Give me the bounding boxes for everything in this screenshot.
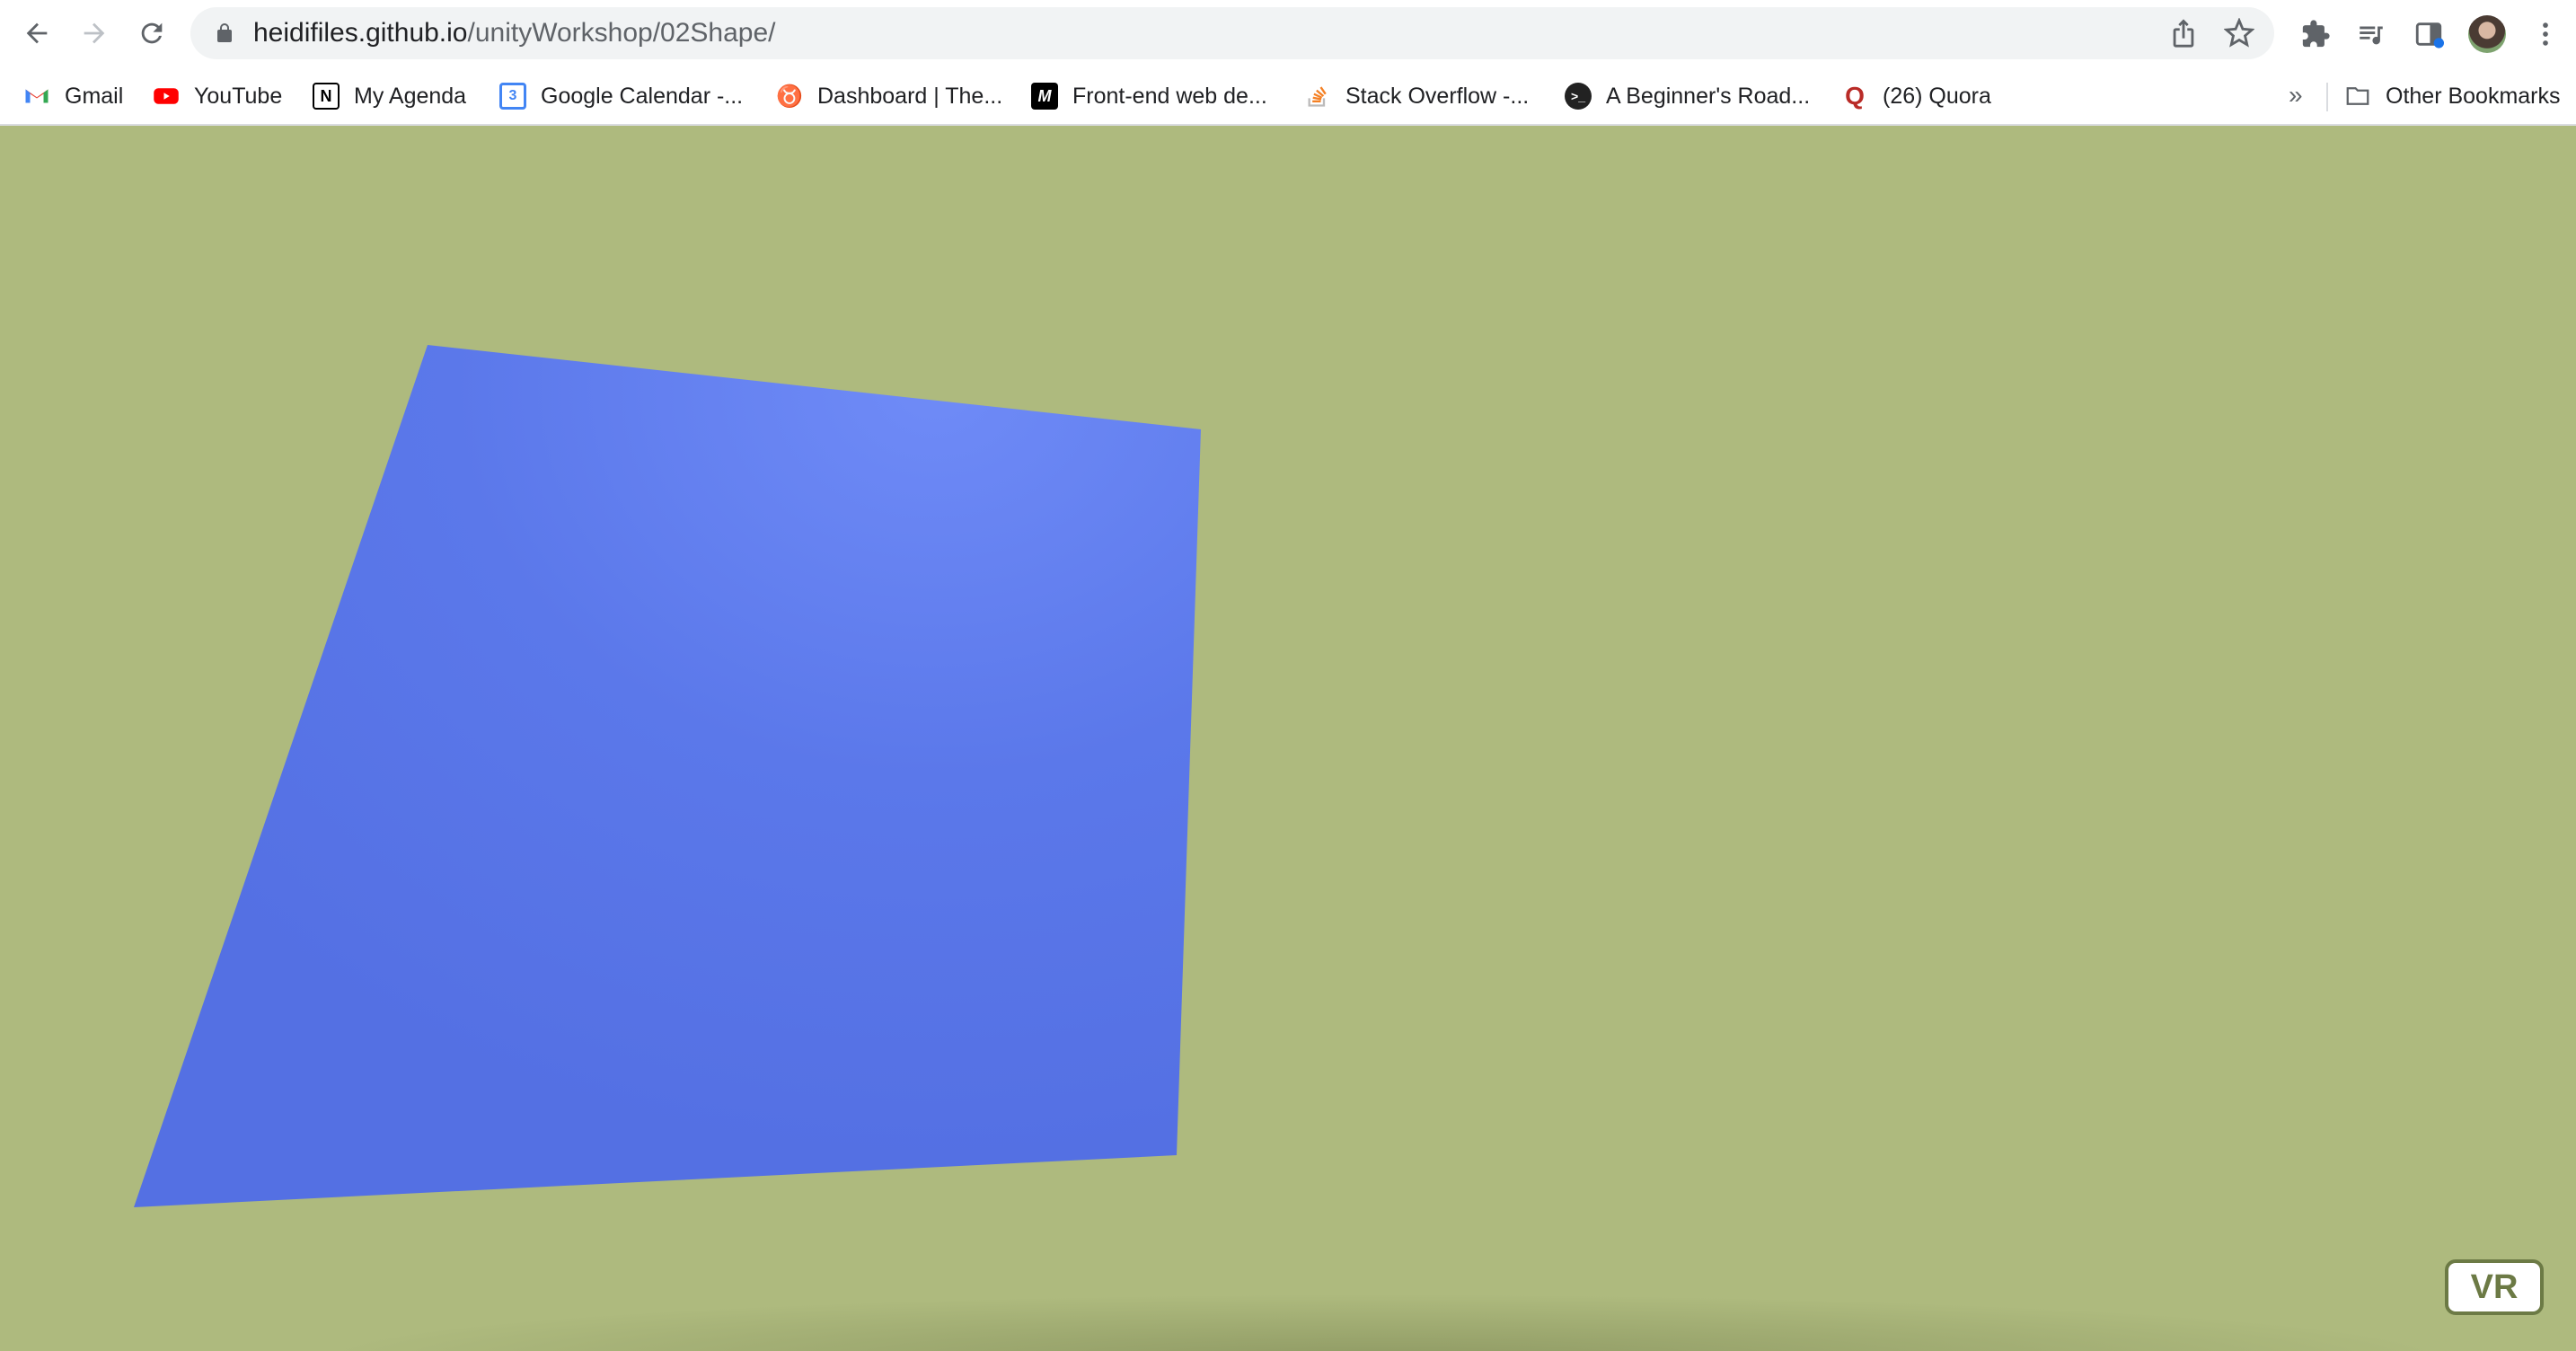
reload-icon — [141, 22, 163, 44]
bookmark-label: A Beginner's Road... — [1606, 83, 1811, 109]
side-panel-icon[interactable] — [2411, 16, 2447, 52]
puzzle-icon[interactable] — [2298, 16, 2333, 52]
lock-icon — [217, 23, 232, 42]
arrow-left-icon — [26, 22, 48, 44]
url-path: /unityWorkshop/02Shape/ — [467, 18, 776, 48]
bookmark-stack-overflow[interactable]: Stack Overflow -... — [1304, 75, 1529, 117]
bookmark-label: (26) Quora — [1883, 83, 1991, 109]
address-bar[interactable]: heidifiles.github.io/unityWorkshop/02Sha… — [190, 7, 2274, 59]
vr-button[interactable]: VR — [2445, 1259, 2544, 1315]
url-text[interactable]: heidifiles.github.io/unityWorkshop/02Sha… — [253, 16, 776, 50]
folder-icon — [2344, 83, 2371, 110]
bookmark-label: Front-end web de... — [1072, 83, 1267, 109]
reading-list-icon[interactable] — [2353, 16, 2389, 52]
youtube-icon — [153, 83, 180, 110]
other-bookmarks-button[interactable]: Other Bookmarks — [2344, 75, 2561, 117]
scene-canvas[interactable] — [0, 126, 2576, 1351]
bookmark-label: YouTube — [194, 83, 283, 109]
webxr-viewport[interactable]: VR — [0, 126, 2576, 1351]
share-icon[interactable] — [2168, 18, 2199, 49]
gmail-icon — [23, 83, 50, 110]
bookmarks-separator — [2326, 83, 2328, 111]
medium-icon: M — [1031, 83, 1058, 110]
kebab-menu-icon[interactable] — [2527, 16, 2563, 52]
notion-icon: N — [313, 83, 340, 110]
floor-shadow — [305, 1294, 2461, 1351]
reload-button[interactable] — [128, 9, 176, 57]
bookmark-label: Stack Overflow -... — [1345, 83, 1530, 109]
star-icon[interactable] — [2224, 18, 2254, 49]
bookmark-my-agenda[interactable]: N My Agenda — [313, 75, 466, 117]
bookmark-front-end[interactable]: M Front-end web de... — [1031, 75, 1267, 117]
bookmark-quora[interactable]: Q (26) Quora — [1841, 75, 1991, 117]
terminal-icon: >_ — [1565, 83, 1592, 110]
url-host: heidifiles.github.io — [253, 18, 468, 48]
bookmarks-bar: Gmail YouTube N My Agenda 3 Google Calen… — [0, 68, 2576, 126]
bookmark-youtube[interactable]: YouTube — [153, 75, 282, 117]
stackoverflow-icon — [1304, 83, 1331, 110]
bookmark-dashboard[interactable]: ♉ Dashboard | The... — [776, 75, 1002, 117]
bookmark-beginners-road[interactable]: >_ A Beginner's Road... — [1565, 75, 1810, 117]
other-bookmarks-label: Other Bookmarks — [2386, 83, 2561, 109]
bookmarks-overflow-button[interactable]: » — [2289, 81, 2303, 110]
bookmark-label: Gmail — [65, 83, 124, 109]
bookmark-gmail[interactable]: Gmail — [23, 75, 123, 117]
bookmark-google-calendar[interactable]: 3 Google Calendar -... — [499, 75, 743, 117]
back-button[interactable] — [13, 9, 61, 57]
bookmark-label: Dashboard | The... — [817, 83, 1003, 109]
cat-icon: ♉ — [776, 84, 803, 109]
profile-avatar[interactable] — [2468, 15, 2506, 53]
bookmark-label: Google Calendar -... — [541, 83, 744, 109]
browser-toolbar: heidifiles.github.io/unityWorkshop/02Sha… — [0, 0, 2576, 68]
arrow-right-icon — [84, 22, 105, 44]
bookmark-label: My Agenda — [354, 83, 467, 109]
forward-button[interactable] — [70, 9, 119, 57]
quora-icon: Q — [1845, 82, 1865, 110]
calendar-icon: 3 — [499, 83, 526, 110]
